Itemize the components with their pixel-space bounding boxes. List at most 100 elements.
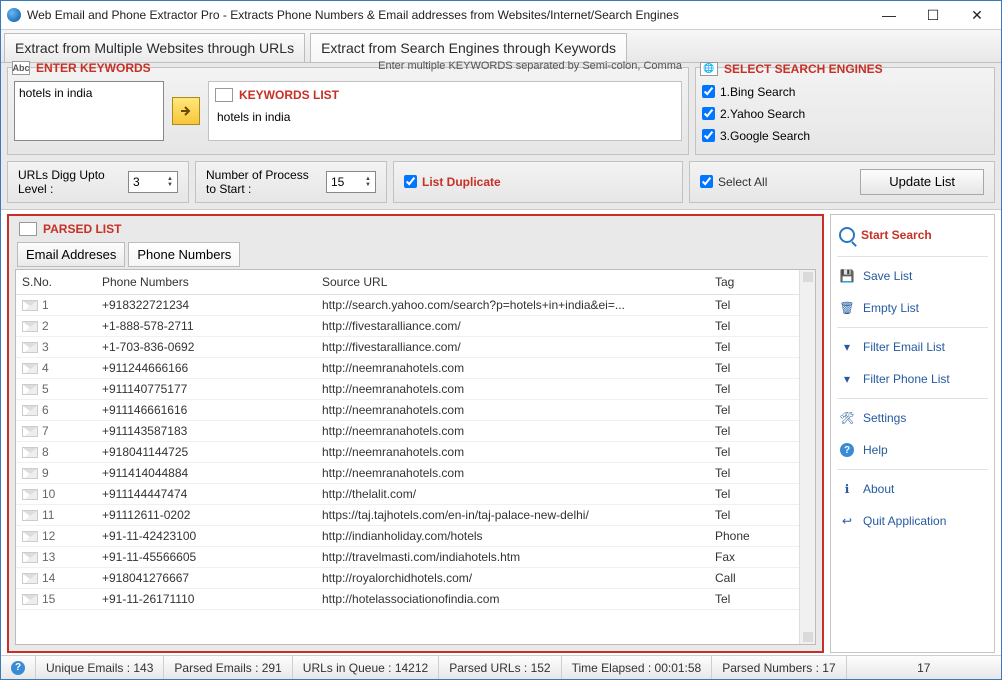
list-icon (215, 88, 233, 102)
parsed-list-panel: PARSED LIST Email Addreses Phone Numbers… (7, 214, 824, 653)
save-icon: 💾 (839, 268, 855, 284)
table-row[interactable]: 12+91-11-42423100http://indianholiday.co… (16, 526, 799, 547)
process-count-input[interactable]: 15▲▼ (326, 171, 376, 193)
settings-icon: 🛠 (839, 410, 855, 426)
list-duplicate-box: List Duplicate (393, 161, 683, 204)
envelope-icon (22, 300, 38, 311)
engine-actions-box: Select All Update List (689, 161, 995, 204)
status-right-count: 17 (847, 656, 1001, 679)
scroll-up-icon[interactable] (803, 272, 813, 282)
status-unique-emails: Unique Emails : 143 (36, 656, 164, 679)
engine-item-0[interactable]: 1.Bing Search (702, 82, 988, 102)
keywords-title: ENTER KEYWORDS (36, 61, 151, 75)
status-parsed-urls: Parsed URLs : 152 (439, 656, 561, 679)
envelope-icon (22, 342, 38, 353)
table-row[interactable]: 14+918041276667http://royalorchidhotels.… (16, 568, 799, 589)
scroll-down-icon[interactable] (803, 632, 813, 642)
keywords-list-title: KEYWORDS LIST (239, 88, 339, 102)
col-sno[interactable]: S.No. (16, 270, 96, 295)
main-tabs: Extract from Multiple Websites through U… (1, 29, 1001, 63)
minimize-button[interactable]: — (867, 1, 911, 29)
table-row[interactable]: 10+911144447474http://thelalit.com/Tel (16, 484, 799, 505)
about-icon: ℹ (839, 481, 855, 497)
table-row[interactable]: 13+91-11-45566605http://travelmasti.com/… (16, 547, 799, 568)
engine-item-1[interactable]: 2.Yahoo Search (702, 104, 988, 124)
envelope-icon (22, 363, 38, 374)
config-panel: Abc ENTER KEYWORDS Enter multiple KEYWORD… (1, 63, 1001, 210)
table-row[interactable]: 9+911414044884http://neemranahotels.comT… (16, 463, 799, 484)
save-list-button[interactable]: 💾Save List (837, 260, 988, 292)
engines-fieldset: 🌐SELECT SEARCH ENGINES 1.Bing Search2.Ya… (695, 67, 995, 155)
status-time-elapsed: Time Elapsed : 00:01:58 (562, 656, 713, 679)
envelope-icon (22, 510, 38, 521)
tab-phone-numbers[interactable]: Phone Numbers (128, 242, 240, 267)
table-row[interactable]: 11+91112611-0202https://taj.tajhotels.co… (16, 505, 799, 526)
digg-level-input[interactable]: 3▲▼ (128, 171, 178, 193)
status-parsed-numbers: Parsed Numbers : 17 (712, 656, 846, 679)
search-icon (839, 227, 855, 243)
keywords-hint: Enter multiple KEYWORDS separated by Sem… (378, 60, 682, 72)
col-url[interactable]: Source URL (316, 270, 709, 295)
envelope-icon (22, 384, 38, 395)
table-row[interactable]: 8+918041144725http://neemranahotels.comT… (16, 442, 799, 463)
col-phone[interactable]: Phone Numbers (96, 270, 316, 295)
keywords-list[interactable]: hotels in india (213, 106, 677, 136)
table-row[interactable]: 7+911143587183http://neemranahotels.comT… (16, 421, 799, 442)
table-row[interactable]: 3+1-703-836-0692http://fivestaralliance.… (16, 337, 799, 358)
digg-level-label: URLs Digg Upto Level : (18, 168, 118, 197)
envelope-icon (22, 489, 38, 500)
engine-item-2[interactable]: 3.Google Search (702, 126, 988, 146)
filter-icon: ▾ (839, 339, 855, 355)
select-all-checkbox[interactable]: Select All (700, 175, 767, 189)
scrollbar[interactable] (799, 270, 815, 644)
close-button[interactable]: ✕ (955, 1, 999, 29)
spin-arrows-icon[interactable]: ▲▼ (167, 176, 173, 188)
statusbar: ? Unique Emails : 143 Parsed Emails : 29… (1, 655, 1001, 679)
parsed-title: PARSED LIST (43, 222, 121, 236)
tab-email-addresses[interactable]: Email Addreses (17, 242, 125, 267)
table-row[interactable]: 15+91-11-26171110http://hotelassociation… (16, 589, 799, 610)
empty-list-button[interactable]: 🗑Empty List (837, 292, 988, 324)
app-icon (7, 8, 21, 22)
keywords-input[interactable]: hotels in india (14, 81, 164, 141)
help-button[interactable]: ?Help (837, 434, 988, 466)
filter-phone-button[interactable]: ▾Filter Phone List (837, 363, 988, 395)
envelope-icon (22, 321, 38, 332)
add-keyword-button[interactable] (172, 97, 200, 125)
tab-urls[interactable]: Extract from Multiple Websites through U… (4, 33, 305, 62)
update-list-button[interactable]: Update List (860, 169, 984, 195)
start-search-button[interactable]: Start Search (837, 223, 988, 253)
results-grid[interactable]: S.No. Phone Numbers Source URL Tag 1+918… (16, 270, 799, 644)
status-parsed-emails: Parsed Emails : 291 (164, 656, 292, 679)
parsed-icon (19, 222, 37, 236)
envelope-icon (22, 405, 38, 416)
filter-email-button[interactable]: ▾Filter Email List (837, 331, 988, 363)
about-button[interactable]: ℹAbout (837, 473, 988, 505)
help-icon: ? (11, 661, 25, 675)
table-row[interactable]: 2+1-888-578-2711http://fivestaralliance.… (16, 316, 799, 337)
empty-icon: 🗑 (839, 300, 855, 316)
settings-button[interactable]: 🛠Settings (837, 402, 988, 434)
process-count-box: Number of Process to Start : 15▲▼ (195, 161, 387, 204)
status-help[interactable]: ? (1, 656, 36, 679)
tab-search-engines[interactable]: Extract from Search Engines through Keyw… (310, 33, 627, 62)
digg-level-box: URLs Digg Upto Level : 3▲▼ (7, 161, 189, 204)
actions-sidebar: Start Search 💾Save List 🗑Empty List ▾Fil… (830, 214, 995, 653)
maximize-button[interactable]: ☐ (911, 1, 955, 29)
col-tag[interactable]: Tag (709, 270, 799, 295)
table-row[interactable]: 4+911244666166http://neemranahotels.comT… (16, 358, 799, 379)
spin-arrows-icon[interactable]: ▲▼ (365, 176, 371, 188)
quit-button[interactable]: ↩Quit Application (837, 505, 988, 537)
table-row[interactable]: 1+918322721234http://search.yahoo.com/se… (16, 295, 799, 316)
window-title: Web Email and Phone Extractor Pro - Extr… (27, 8, 867, 22)
engines-title: SELECT SEARCH ENGINES (724, 62, 883, 76)
list-duplicate-checkbox[interactable]: List Duplicate (404, 175, 501, 189)
status-urls-queue: URLs in Queue : 14212 (293, 656, 439, 679)
envelope-icon (22, 426, 38, 437)
table-row[interactable]: 6+911146661616http://neemranahotels.comT… (16, 400, 799, 421)
table-row[interactable]: 5+911140775177http://neemranahotels.comT… (16, 379, 799, 400)
keywords-list-box: KEYWORDS LIST hotels in india (208, 81, 682, 141)
envelope-icon (22, 594, 38, 605)
abc-icon: Abc (12, 61, 30, 75)
help-icon: ? (839, 442, 855, 458)
